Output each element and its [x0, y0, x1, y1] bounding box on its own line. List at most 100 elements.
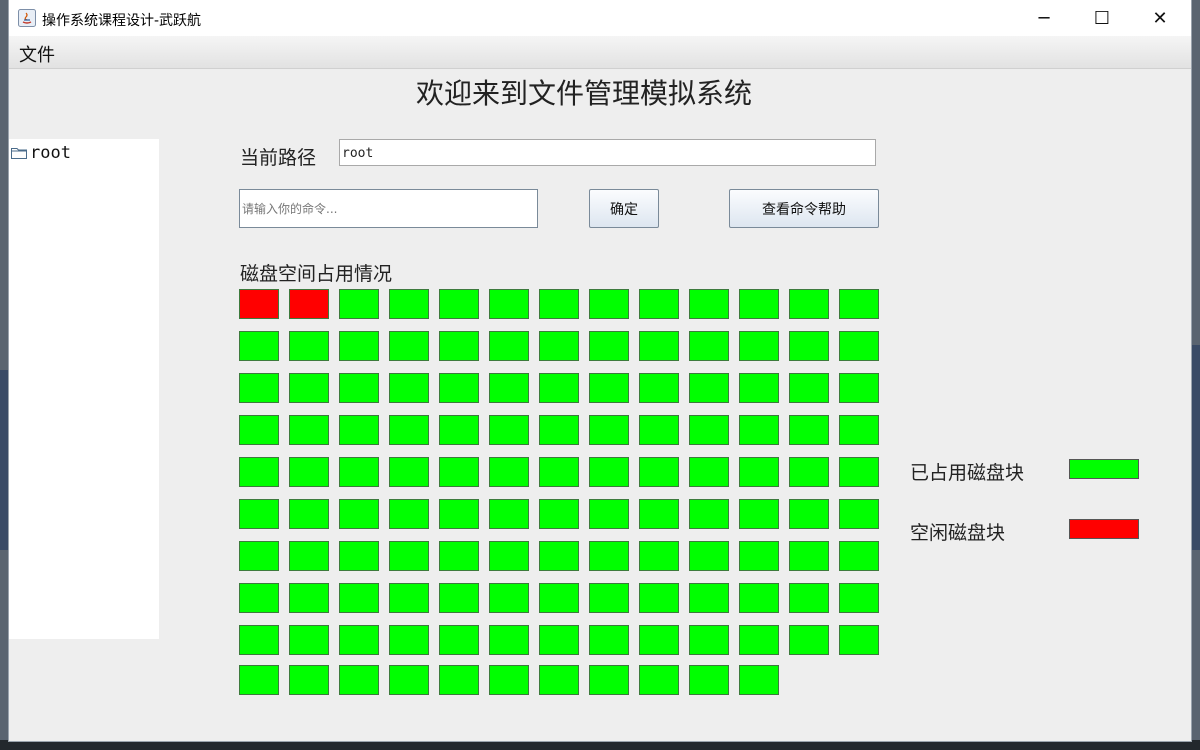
disk-block — [339, 625, 379, 655]
disk-block — [439, 625, 479, 655]
disk-block — [439, 415, 479, 445]
disk-block — [839, 373, 879, 403]
disk-block — [489, 331, 529, 361]
disk-block — [839, 457, 879, 487]
command-help-button[interactable]: 查看命令帮助 — [729, 189, 879, 228]
disk-block — [639, 625, 679, 655]
disk-block — [339, 331, 379, 361]
disk-block — [339, 583, 379, 613]
disk-block — [539, 665, 579, 695]
disk-block — [539, 289, 579, 319]
disk-block — [489, 289, 529, 319]
disk-block — [389, 499, 429, 529]
disk-block — [689, 415, 729, 445]
disk-block — [839, 583, 879, 613]
window-title: 操作系统课程设计-武跃航 — [42, 13, 202, 29]
disk-block — [389, 415, 429, 445]
disk-block — [289, 415, 329, 445]
disk-block — [589, 541, 629, 571]
disk-block — [439, 499, 479, 529]
disk-block — [239, 373, 279, 403]
disk-block — [239, 583, 279, 613]
menu-file[interactable]: 文件 — [16, 41, 58, 67]
disk-block — [489, 625, 529, 655]
disk-block — [339, 541, 379, 571]
disk-block — [339, 289, 379, 319]
disk-block — [639, 541, 679, 571]
disk-block — [289, 373, 329, 403]
disk-block — [639, 415, 679, 445]
current-path-field: root — [339, 139, 876, 166]
disk-block — [239, 457, 279, 487]
disk-block — [239, 499, 279, 529]
disk-block — [239, 289, 279, 319]
disk-block — [289, 457, 329, 487]
disk-block — [639, 499, 679, 529]
disk-block — [689, 499, 729, 529]
disk-block — [289, 665, 329, 695]
disk-block — [389, 583, 429, 613]
current-path-label: 当前路径 — [240, 147, 317, 169]
disk-block — [739, 625, 779, 655]
disk-block — [639, 665, 679, 695]
disk-block — [389, 289, 429, 319]
disk-block — [839, 289, 879, 319]
disk-block — [639, 373, 679, 403]
folder-icon — [11, 148, 27, 159]
disk-block — [739, 665, 779, 695]
disk-block — [489, 665, 529, 695]
disk-block — [439, 583, 479, 613]
disk-block — [639, 457, 679, 487]
disk-block — [689, 457, 729, 487]
disk-block — [539, 331, 579, 361]
disk-block — [839, 415, 879, 445]
disk-block — [789, 499, 829, 529]
disk-block — [639, 289, 679, 319]
legend-free-label: 空闲磁盘块 — [910, 522, 1006, 544]
disk-block — [639, 583, 679, 613]
confirm-button[interactable]: 确定 — [589, 189, 659, 228]
disk-block — [739, 289, 779, 319]
disk-block — [789, 289, 829, 319]
disk-block — [689, 625, 729, 655]
disk-usage-label: 磁盘空间占用情况 — [240, 263, 393, 285]
disk-block — [289, 499, 329, 529]
disk-block — [389, 373, 429, 403]
maximize-button[interactable]: ☐ — [1073, 0, 1131, 36]
disk-block — [339, 457, 379, 487]
disk-block — [689, 583, 729, 613]
disk-block — [439, 373, 479, 403]
disk-block — [789, 583, 829, 613]
disk-block — [589, 625, 629, 655]
disk-block — [589, 499, 629, 529]
disk-block — [289, 583, 329, 613]
disk-block — [389, 541, 429, 571]
disk-block — [339, 373, 379, 403]
file-tree[interactable]: root — [9, 139, 159, 639]
disk-block — [239, 415, 279, 445]
page-title: 欢迎来到文件管理模拟系统 — [415, 77, 752, 110]
disk-block — [489, 415, 529, 445]
disk-block — [739, 331, 779, 361]
disk-block — [839, 541, 879, 571]
disk-block — [689, 373, 729, 403]
disk-block — [739, 415, 779, 445]
disk-block — [539, 457, 579, 487]
tree-node-root[interactable]: root — [9, 143, 71, 163]
disk-block — [389, 457, 429, 487]
disk-block — [289, 331, 329, 361]
command-input[interactable] — [239, 189, 538, 228]
close-button[interactable]: ✕ — [1131, 0, 1189, 36]
disk-block — [239, 665, 279, 695]
disk-block — [789, 415, 829, 445]
minimize-button[interactable]: ─ — [1015, 0, 1073, 36]
disk-block — [489, 541, 529, 571]
menu-bar: 文件 — [9, 36, 1191, 69]
disk-block — [789, 625, 829, 655]
disk-block — [789, 457, 829, 487]
disk-block — [539, 583, 579, 613]
disk-block — [439, 541, 479, 571]
disk-block — [539, 499, 579, 529]
disk-block — [339, 665, 379, 695]
disk-block — [239, 541, 279, 571]
